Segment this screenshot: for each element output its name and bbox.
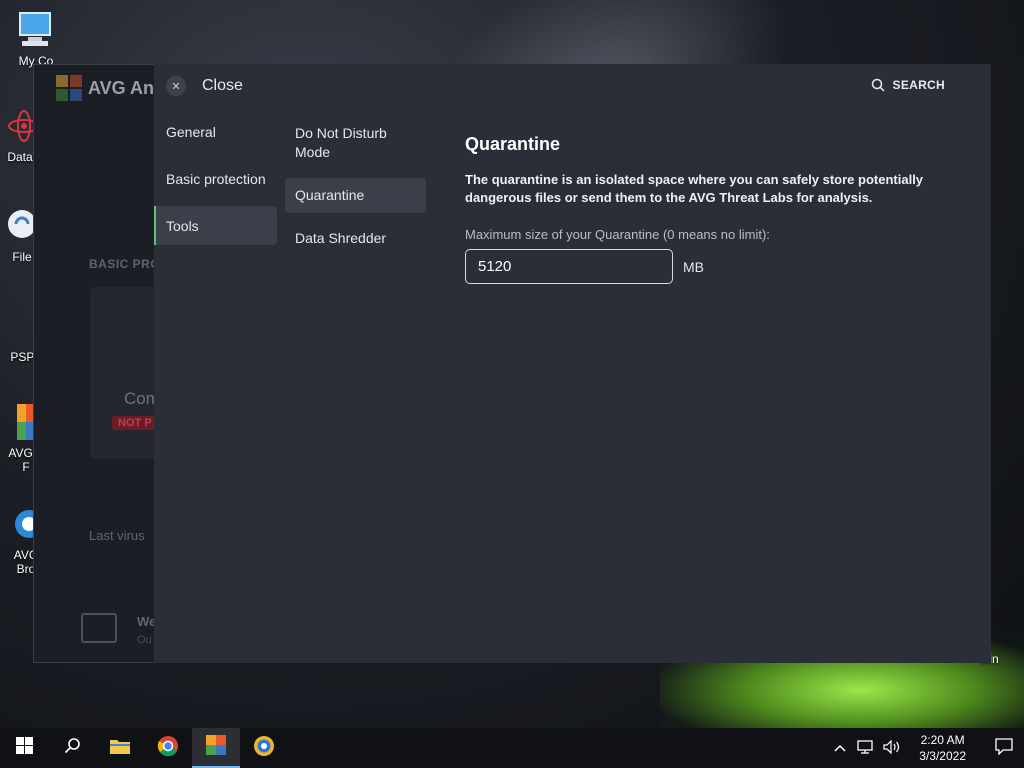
secondary-settings-nav: Do Not Disturb Mode Quarantine Data Shre… bbox=[285, 116, 426, 264]
quarantine-settings: Quarantine The quarantine is an isolated… bbox=[465, 134, 945, 284]
basic-protection-heading: BASIC PRO bbox=[89, 257, 161, 271]
quarantine-description: The quarantine is an isolated space wher… bbox=[465, 172, 924, 205]
taskbar: 2:20 AM 3/3/2022 bbox=[0, 728, 1024, 768]
status-badge: NOT P bbox=[112, 416, 158, 430]
taskbar-avg-browser[interactable] bbox=[240, 728, 288, 768]
nav-item-basic-protection[interactable]: Basic protection bbox=[154, 159, 277, 198]
close-button[interactable]: ✕ Close bbox=[166, 76, 243, 96]
search-button[interactable]: SEARCH bbox=[871, 78, 945, 92]
avg-icon bbox=[204, 734, 228, 761]
taskbar-file-explorer[interactable] bbox=[96, 728, 144, 768]
bottom-banner-subtitle: Ou bbox=[137, 634, 152, 646]
avg-logo: AVG An bbox=[56, 75, 154, 101]
settings-panel: ✕ Close SEARCH General Basic protection … bbox=[154, 64, 991, 663]
last-scan-text: Last virus bbox=[89, 528, 145, 543]
quarantine-size-row: MB bbox=[465, 249, 945, 284]
clock-date: 3/3/2022 bbox=[919, 749, 966, 763]
avg-logo-icon bbox=[56, 75, 82, 101]
taskbar-clock[interactable]: 2:20 AM 3/3/2022 bbox=[919, 732, 966, 764]
start-button[interactable] bbox=[0, 728, 48, 768]
close-icon: ✕ bbox=[166, 76, 186, 96]
taskbar-chrome[interactable] bbox=[144, 728, 192, 768]
folder-icon bbox=[109, 737, 131, 760]
desktop-icon-my-computer[interactable]: My Co bbox=[0, 10, 74, 68]
browser-icon bbox=[253, 735, 275, 762]
page-title: Quarantine bbox=[465, 134, 561, 154]
quarantine-size-input[interactable] bbox=[465, 249, 673, 284]
taskbar-avg-antivirus[interactable] bbox=[192, 728, 240, 768]
quarantine-size-label: Maximum size of your Quarantine (0 means… bbox=[465, 227, 770, 242]
chevron-up-icon[interactable] bbox=[833, 741, 847, 756]
chrome-icon bbox=[157, 735, 179, 762]
subnav-item-data-shredder[interactable]: Data Shredder bbox=[285, 221, 426, 256]
avg-app-title: AVG An bbox=[88, 77, 154, 98]
search-label: SEARCH bbox=[892, 78, 945, 92]
primary-settings-nav: General Basic protection Tools bbox=[154, 112, 277, 253]
action-center-button[interactable] bbox=[984, 728, 1024, 768]
notification-icon bbox=[995, 737, 1013, 760]
close-label: Close bbox=[202, 77, 243, 94]
volume-icon[interactable] bbox=[883, 739, 901, 757]
subnav-item-do-not-disturb[interactable]: Do Not Disturb Mode bbox=[285, 116, 426, 170]
network-icon[interactable] bbox=[857, 739, 873, 757]
nav-item-tools[interactable]: Tools bbox=[154, 206, 277, 245]
subnav-item-quarantine[interactable]: Quarantine bbox=[285, 178, 426, 213]
taskbar-search-button[interactable] bbox=[48, 728, 96, 768]
search-icon bbox=[871, 78, 885, 92]
size-unit-label: MB bbox=[683, 258, 704, 275]
protection-card[interactable] bbox=[90, 287, 160, 459]
search-icon bbox=[64, 737, 81, 759]
system-tray: 2:20 AM 3/3/2022 bbox=[833, 728, 1024, 768]
computer-icon bbox=[16, 10, 56, 50]
clock-time: 2:20 AM bbox=[920, 733, 965, 747]
nav-item-general[interactable]: General bbox=[154, 112, 277, 151]
laptop-warning-icon bbox=[81, 613, 117, 643]
windows-icon bbox=[15, 737, 33, 759]
